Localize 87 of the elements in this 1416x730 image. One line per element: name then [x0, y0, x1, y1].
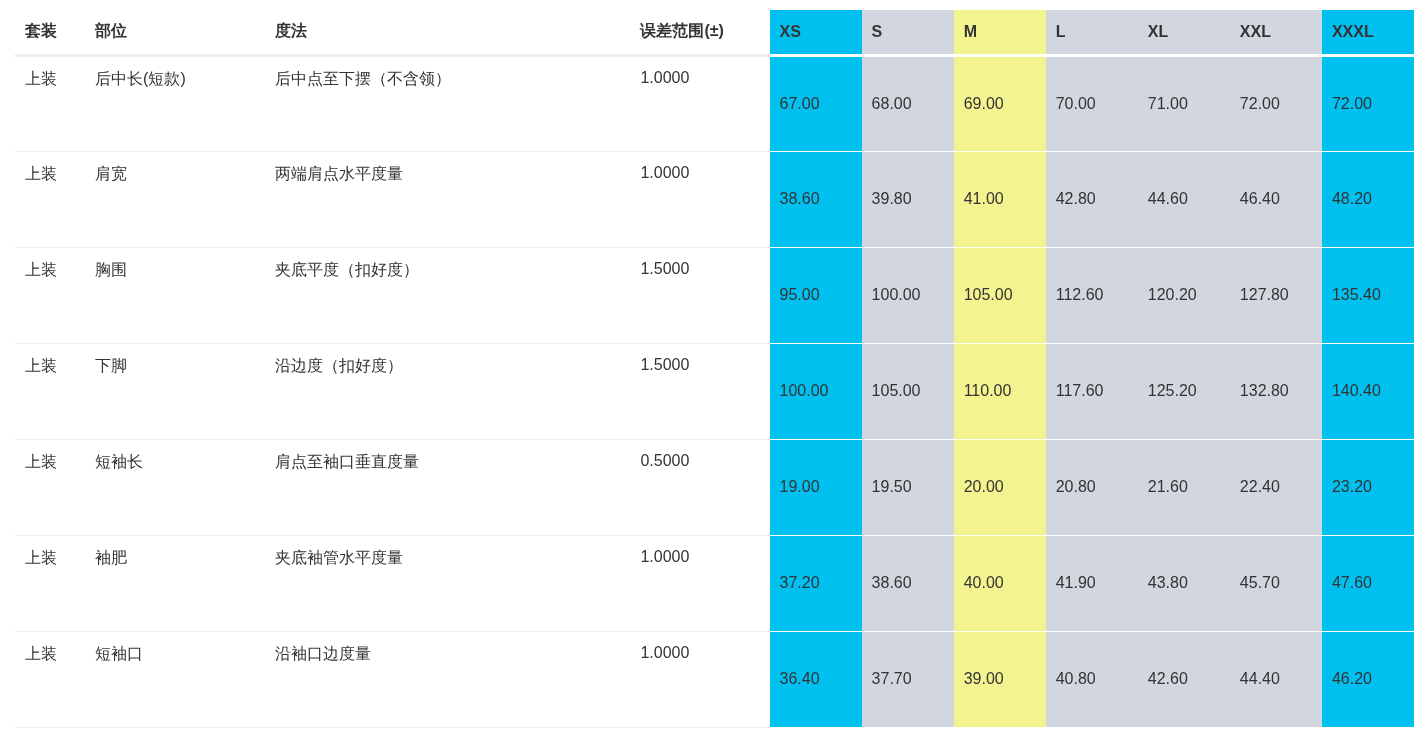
table-cell: 1.5000	[630, 247, 770, 343]
table-cell: 37.70	[861, 631, 954, 727]
table-cell: 袖肥	[85, 535, 266, 631]
table-cell: 胸围	[85, 247, 266, 343]
table-cell: 下脚	[85, 343, 266, 439]
table-cell: 135.40	[1321, 247, 1414, 343]
table-cell: 45.70	[1229, 535, 1322, 631]
table-cell: 41.00	[953, 151, 1046, 247]
table-cell: 68.00	[861, 55, 954, 151]
size-column-header: M	[953, 10, 1046, 55]
size-column-header: S	[861, 10, 954, 55]
table-cell: 上装	[15, 343, 86, 439]
table-cell: 41.90	[1045, 535, 1138, 631]
size-column-header: XS	[769, 10, 862, 55]
table-cell: 20.00	[953, 439, 1046, 535]
table-cell: 46.20	[1321, 631, 1414, 727]
table-cell: 20.80	[1045, 439, 1138, 535]
table-cell: 39.00	[953, 631, 1046, 727]
table-cell: 132.80	[1229, 343, 1322, 439]
table-cell: 0.5000	[630, 439, 770, 535]
table-cell: 42.80	[1045, 151, 1138, 247]
table-cell: 上装	[15, 247, 86, 343]
size-column-header: XXL	[1229, 10, 1322, 55]
table-cell: 47.60	[1321, 535, 1414, 631]
table-cell: 短袖口	[85, 631, 266, 727]
table-cell: 40.80	[1045, 631, 1138, 727]
table-cell: 1.0000	[630, 151, 770, 247]
table-cell: 夹底袖管水平度量	[265, 535, 631, 631]
table-cell: 后中长(短款)	[85, 55, 266, 151]
table-cell: 38.60	[769, 151, 862, 247]
table-cell: 100.00	[861, 247, 954, 343]
table-cell: 沿边度（扣好度）	[265, 343, 631, 439]
table-cell: 125.20	[1137, 343, 1230, 439]
table-cell: 112.60	[1045, 247, 1138, 343]
size-column-header: XXXL	[1321, 10, 1414, 55]
table-cell: 117.60	[1045, 343, 1138, 439]
table-cell: 1.0000	[630, 535, 770, 631]
table-cell: 44.40	[1229, 631, 1322, 727]
table-cell: 44.60	[1137, 151, 1230, 247]
table-cell: 23.20	[1321, 439, 1414, 535]
size-column-header: L	[1045, 10, 1138, 55]
table-cell: 37.20	[769, 535, 862, 631]
table-cell: 上装	[15, 631, 86, 727]
table-cell: 后中点至下摆（不含领）	[265, 55, 631, 151]
size-column-header: XL	[1137, 10, 1230, 55]
table-cell: 48.20	[1321, 151, 1414, 247]
table-cell: 沿袖口边度量	[265, 631, 631, 727]
table-cell: 110.00	[953, 343, 1046, 439]
table-cell: 46.40	[1229, 151, 1322, 247]
table-cell: 1.0000	[630, 631, 770, 727]
table-cell: 1.0000	[630, 55, 770, 151]
table-cell: 40.00	[953, 535, 1046, 631]
table-cell: 72.00	[1229, 55, 1322, 151]
table-cell: 120.20	[1137, 247, 1230, 343]
table-cell: 肩宽	[85, 151, 266, 247]
table-cell: 39.80	[861, 151, 954, 247]
table-cell: 72.00	[1321, 55, 1414, 151]
table-cell: 67.00	[769, 55, 862, 151]
table-cell: 上装	[15, 535, 86, 631]
table-cell: 105.00	[861, 343, 954, 439]
table-cell: 100.00	[769, 343, 862, 439]
table-cell: 70.00	[1045, 55, 1138, 151]
table-cell: 19.50	[861, 439, 954, 535]
table-cell: 71.00	[1137, 55, 1230, 151]
table-cell: 22.40	[1229, 439, 1322, 535]
column-header: 套装	[15, 10, 86, 55]
table-cell: 上装	[15, 55, 86, 151]
table-cell: 69.00	[953, 55, 1046, 151]
table-cell: 38.60	[861, 535, 954, 631]
table-cell: 两端肩点水平度量	[265, 151, 631, 247]
table-cell: 夹底平度（扣好度）	[265, 247, 631, 343]
table-cell: 43.80	[1137, 535, 1230, 631]
table-cell: 上装	[15, 151, 86, 247]
table-cell: 肩点至袖口垂直度量	[265, 439, 631, 535]
table-cell: 42.60	[1137, 631, 1230, 727]
column-header: 部位	[85, 10, 266, 55]
table-cell: 36.40	[769, 631, 862, 727]
column-header: 度法	[265, 10, 631, 55]
table-cell: 上装	[15, 439, 86, 535]
table-cell: 127.80	[1229, 247, 1322, 343]
table-cell: 95.00	[769, 247, 862, 343]
table-cell: 21.60	[1137, 439, 1230, 535]
table-cell: 105.00	[953, 247, 1046, 343]
table-cell: 1.5000	[630, 343, 770, 439]
table-cell: 19.00	[769, 439, 862, 535]
table-cell: 短袖长	[85, 439, 266, 535]
table-cell: 140.40	[1321, 343, 1414, 439]
